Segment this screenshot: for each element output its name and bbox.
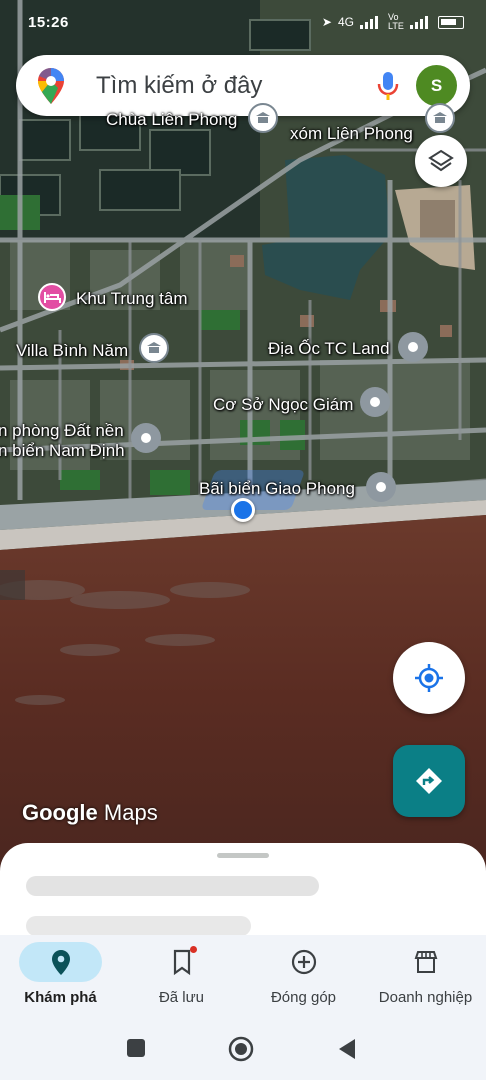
google-maps-logo-icon (38, 68, 64, 104)
account-avatar[interactable]: S (416, 65, 457, 106)
map-label-van-phong-1[interactable]: n phòng Đất nền (0, 421, 124, 441)
recents-button[interactable] (126, 1038, 146, 1058)
directions-icon (416, 768, 442, 794)
home-button[interactable] (228, 1036, 254, 1062)
signal-icon-2 (410, 15, 432, 29)
watermark-google: Google (22, 800, 98, 825)
battery-icon (438, 15, 464, 29)
back-button[interactable] (337, 1038, 357, 1060)
loading-placeholder-line-2 (26, 916, 251, 936)
status-icons: ➤ 4G Vo LTE (322, 13, 464, 31)
volte-badge: Vo LTE (388, 12, 404, 31)
place-pin-icon-3[interactable] (131, 423, 161, 453)
map-label-khu-trung-tam[interactable]: Khu Trung tâm (76, 289, 188, 309)
directions-button[interactable] (393, 745, 465, 817)
my-location-button[interactable] (393, 642, 465, 714)
bottom-sheet[interactable] (0, 843, 486, 943)
nav-tab-saved[interactable]: Đã lưu (121, 935, 242, 1018)
place-pin-icon-4[interactable] (366, 472, 396, 502)
nav-tab-explore[interactable]: Khám phá (0, 935, 121, 1018)
nav-label-business: Doanh nghiệp (378, 989, 473, 1006)
notification-dot (190, 946, 197, 953)
nav-tab-contribute[interactable]: Đóng góp (243, 935, 364, 1018)
place-pin-icon-2[interactable] (360, 387, 390, 417)
system-navigation-bar (0, 1018, 486, 1080)
add-circle-icon (291, 949, 317, 975)
location-pin-icon (52, 950, 70, 975)
temple-pin-icon[interactable] (248, 103, 278, 133)
drag-handle[interactable] (217, 853, 269, 858)
map-label-co-so-ngoc-giam[interactable]: Cơ Sở Ngọc Giám (213, 395, 353, 415)
hotel-pin-icon[interactable] (38, 283, 66, 311)
location-arrow-icon: ➤ (321, 15, 332, 29)
map-label-van-phong-2[interactable]: n biển Nam Định (0, 441, 125, 461)
map-label-villa-binh-nam[interactable]: Villa Bình Năm (16, 341, 128, 361)
nav-tab-business[interactable]: Doanh nghiệp (365, 935, 486, 1018)
bottom-navigation: Khám phá Đã lưu Đóng góp Doanh nghiệp (0, 935, 486, 1018)
watermark-maps: Maps (103, 800, 158, 825)
nav-label-contribute: Đóng góp (270, 989, 337, 1006)
search-input[interactable]: Tìm kiếm ở đây (96, 72, 262, 100)
map-label-xom-lien-phong[interactable]: xóm Liên Phong (290, 124, 413, 144)
nav-label-explore: Khám phá (24, 989, 97, 1006)
loading-placeholder-line (26, 876, 319, 896)
my-location-dot (231, 498, 255, 522)
status-bar: 15:26 ➤ 4G Vo LTE (0, 0, 486, 46)
nav-label-saved: Đã lưu (158, 989, 205, 1006)
place-pin-icon[interactable] (398, 332, 428, 362)
layers-button[interactable] (415, 135, 467, 187)
google-maps-watermark: Google Maps (22, 800, 158, 826)
microphone-icon[interactable] (376, 70, 400, 102)
search-bar[interactable]: Tìm kiếm ở đây S (16, 55, 470, 116)
map-label-bai-bien[interactable]: Bãi biển Giao Phong (199, 479, 355, 499)
crosshair-icon (415, 664, 443, 692)
signal-icon (360, 15, 382, 29)
map-label-chua-lien-phong[interactable]: Chùa Liên Phong (106, 110, 237, 130)
villa-pin-icon[interactable] (139, 333, 169, 363)
layers-icon (428, 149, 454, 172)
temple-pin-icon-2[interactable] (425, 103, 455, 133)
map-label-dia-oc-tc-land[interactable]: Địa Ốc TC Land (268, 339, 390, 359)
network-type: 4G (337, 15, 354, 29)
status-time: 15:26 (28, 14, 69, 31)
storefront-icon (414, 951, 438, 973)
